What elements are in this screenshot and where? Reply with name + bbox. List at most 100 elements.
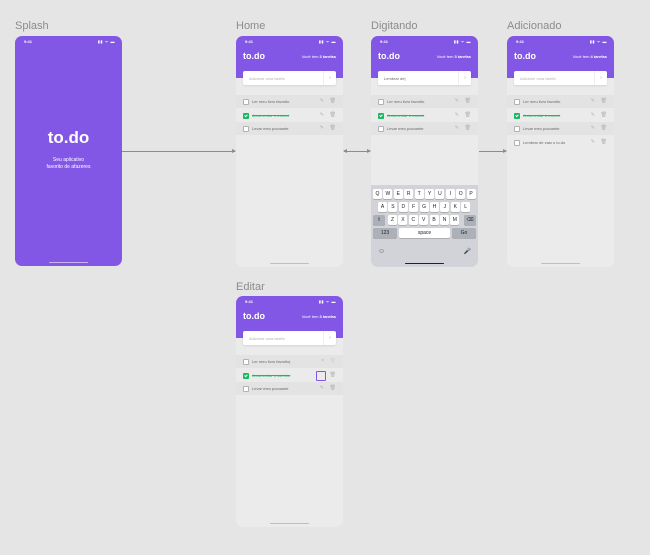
key-r[interactable]: R [404,189,414,199]
key-n[interactable]: N [440,215,449,225]
home-indicator [405,262,444,264]
new-task-input[interactable]: Adicione uma tarefa › [243,71,336,85]
send-icon[interactable]: › [594,71,607,85]
key-o[interactable]: O [456,189,466,199]
shift-key[interactable]: ⇧ [373,215,385,225]
space-key[interactable]: space [399,228,450,238]
key-b[interactable]: B [429,215,439,225]
key-p[interactable]: P [466,189,476,199]
key-u[interactable]: U [435,189,445,199]
trash-icon[interactable]: 🗑 [601,98,607,104]
splash-tagline-line-2: favorito de afazeres [46,164,91,170]
app-logo: to.do [243,51,265,61]
status-bar: 9:41 ▮▮ ᯤ ▬ [507,36,614,46]
task-row[interactable]: Levar meu pocoante ✎ 🗑 [507,122,614,135]
edit-icon[interactable]: ✎ [320,112,324,118]
edit-icon[interactable]: ✎ [591,112,595,118]
task-row[interactable]: Amamentar o carinho 🗑 [236,369,343,382]
edit-icon[interactable]: ✎ [455,112,459,118]
key-q[interactable]: Q [373,189,382,199]
task-row[interactable]: Ler meu livro favorito ✎ 🗑 [236,95,343,108]
edit-icon[interactable]: ✎ [591,98,595,104]
task-checkbox[interactable] [378,99,384,105]
task-checkbox-checked[interactable] [514,113,520,119]
task-checkbox[interactable] [514,140,520,146]
trash-icon[interactable]: 🗑 [330,112,336,118]
key-l[interactable]: L [461,202,471,212]
task-title-input[interactable]: Ler meu livro favorito| [252,359,290,364]
key-e[interactable]: E [393,189,403,199]
key-h[interactable]: H [430,202,439,212]
go-key[interactable]: Go [452,228,476,238]
key-d[interactable]: D [398,202,408,212]
key-w[interactable]: W [383,189,393,199]
send-icon[interactable]: › [323,71,336,85]
trash-icon[interactable]: 🗑 [465,125,471,131]
edit-icon[interactable]: ✎ [320,125,324,131]
new-task-input[interactable]: Adicione uma tarefa › [243,331,336,345]
task-row[interactable]: Amamentar o mamei ✎ 🗑 [236,109,343,122]
task-checkbox[interactable] [514,126,520,132]
trash-icon[interactable]: 🗑 [601,139,607,145]
trash-icon[interactable]: 🗑 [465,112,471,118]
new-task-input[interactable]: Adicione uma tarefa › [514,71,607,85]
key-k[interactable]: K [450,202,460,212]
task-checkbox[interactable] [243,126,249,132]
key-m[interactable]: M [450,215,460,225]
trash-icon[interactable]: 🗑 [330,98,336,104]
key-i[interactable]: I [445,189,455,199]
task-checkbox[interactable] [243,386,249,392]
edit-icon[interactable]: ✎ [320,98,324,104]
task-checkbox[interactable] [243,359,249,365]
edit-highlight-box [316,371,326,381]
key-c[interactable]: C [408,215,418,225]
key-x[interactable]: X [398,215,408,225]
trash-icon[interactable]: 🗑 [601,125,607,131]
task-checkbox-checked[interactable] [378,113,384,119]
task-checkbox[interactable] [514,99,520,105]
task-title: Levar meu pocoante [523,126,560,131]
key-t[interactable]: T [414,189,424,199]
trash-icon[interactable]: 🗑 [330,358,336,364]
numbers-key[interactable]: 123 [373,228,397,238]
task-row[interactable]: Ler meu livro favorito ✎ 🗑 [371,95,478,108]
close-icon[interactable]: × [321,358,324,364]
task-row[interactable]: Levar meu pocoante ✎ 🗑 [236,122,343,135]
task-checkbox[interactable] [243,99,249,105]
trash-icon[interactable]: 🗑 [330,372,336,378]
send-icon[interactable]: › [323,331,336,345]
edit-icon[interactable]: ✎ [455,98,459,104]
task-row[interactable]: Levar meu pocoante ✎ 🗑 [371,122,478,135]
new-task-input[interactable]: Lembrar de| › [378,71,471,85]
task-checkbox-checked[interactable] [243,113,249,119]
key-v[interactable]: V [419,215,429,225]
trash-icon[interactable]: 🗑 [465,98,471,104]
edit-icon[interactable]: ✎ [591,125,595,131]
key-y[interactable]: Y [425,189,434,199]
key-f[interactable]: F [409,202,419,212]
key-a[interactable]: A [378,202,387,212]
edit-icon[interactable]: ✎ [455,125,459,131]
backspace-key[interactable]: ⌫ [464,215,476,225]
task-checkbox[interactable] [378,126,384,132]
microphone-icon[interactable]: 🎤 [464,248,471,255]
task-row[interactable]: Amamentar o mamei ✎ 🗑 [507,109,614,122]
task-checkbox-checked[interactable] [243,373,249,379]
trash-icon[interactable]: 🗑 [601,112,607,118]
trash-icon[interactable]: 🗑 [330,385,336,391]
edit-icon[interactable]: ✎ [591,139,595,145]
send-icon[interactable]: › [458,71,471,85]
key-s[interactable]: S [388,202,398,212]
key-j[interactable]: J [440,202,450,212]
task-row[interactable]: Amamentar o mamei ✎ 🗑 [371,109,478,122]
edit-icon[interactable]: ✎ [320,385,324,391]
key-z[interactable]: Z [388,215,397,225]
task-row[interactable]: Levar meu pocoante ✎ 🗑 [236,382,343,395]
task-row-editing[interactable]: Ler meu livro favorito| × 🗑 [236,355,343,368]
edit-screen: 9:41 ▮▮ ᯤ ▬ to.do Você tem 3 tarefas Adi… [236,296,343,527]
task-row[interactable]: Ler meu livro favorito ✎ 🗑 [507,95,614,108]
emoji-icon[interactable]: ☺ [378,248,385,255]
task-row[interactable]: Lembrar de vaio o to.do ✎ 🗑 [507,136,614,149]
trash-icon[interactable]: 🗑 [330,125,336,131]
key-g[interactable]: G [419,202,429,212]
